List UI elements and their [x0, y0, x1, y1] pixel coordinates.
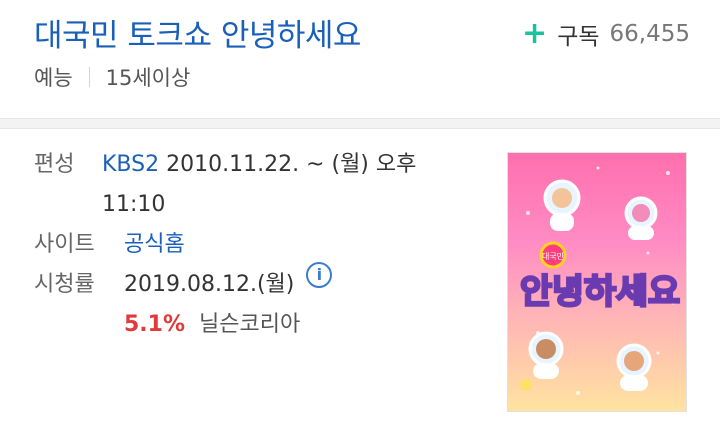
schedule-value: KBS2 2010.11.22. ~ (월) 오후 [102, 145, 416, 185]
schedule-time: 11:10 [102, 192, 166, 217]
poster-logo: 대국민 안녕하세요 [519, 241, 681, 313]
meta-divider [88, 67, 90, 87]
subscriber-count: 66,455 [609, 21, 690, 47]
ratings-date: 2019.08.12.(월) [124, 272, 295, 297]
schedule-row: 편성 KBS2 2010.11.22. ~ (월) 오후 [34, 145, 474, 185]
info-icon[interactable]: i [306, 262, 333, 288]
site-row: 사이트 공식홈 [34, 225, 474, 265]
rating-source: 닐슨코리아 [199, 312, 301, 337]
genre-label: 예능 [34, 66, 73, 90]
schedule-text: 2010.11.22. ~ (월) 오후 [166, 152, 417, 177]
poster-art: 대국민 안녕하세요 [519, 166, 681, 395]
program-title[interactable]: 대국민 토크쇼 안녕하세요 [34, 10, 361, 55]
astronaut-figure-4 [616, 343, 652, 391]
program-info: 편성 KBS2 2010.11.22. ~ (월) 오후 11:10 사이트 공… [34, 145, 474, 345]
rating-percent: 5.1% [124, 312, 186, 337]
schedule-row-cont: 11:10 [34, 185, 474, 225]
program-poster[interactable]: 대국민 안녕하세요 [507, 152, 687, 412]
schedule-label: 편성 [34, 152, 75, 177]
poster-logo-small: 대국민 [542, 251, 564, 261]
program-header: 대국민 토크쇼 안녕하세요 + 구독 66,455 예능 15세이상 [0, 0, 720, 120]
subscribe-label: 구독 [557, 24, 600, 50]
astronaut-figure-3 [528, 331, 564, 379]
plus-icon: + [522, 16, 548, 51]
section-separator [0, 118, 720, 129]
ratings-value-row: 5.1% 닐슨코리아 [34, 305, 474, 345]
poster-logo-text: 안녕하세요 [520, 272, 680, 312]
ratings-label: 시청률 [34, 272, 95, 297]
program-meta: 예능 15세이상 [34, 62, 190, 92]
official-site-link[interactable]: 공식홈 [124, 225, 185, 265]
ratings-row: 시청률 2019.08.12.(월) i [34, 262, 474, 305]
astronaut-figure-2 [624, 196, 658, 240]
site-label: 사이트 [34, 232, 95, 257]
age-rating-label: 15세이상 [105, 66, 191, 90]
astronaut-figure-1 [543, 179, 581, 231]
channel-link[interactable]: KBS2 [102, 152, 159, 177]
subscribe-button[interactable]: + 구독 66,455 [522, 17, 690, 51]
